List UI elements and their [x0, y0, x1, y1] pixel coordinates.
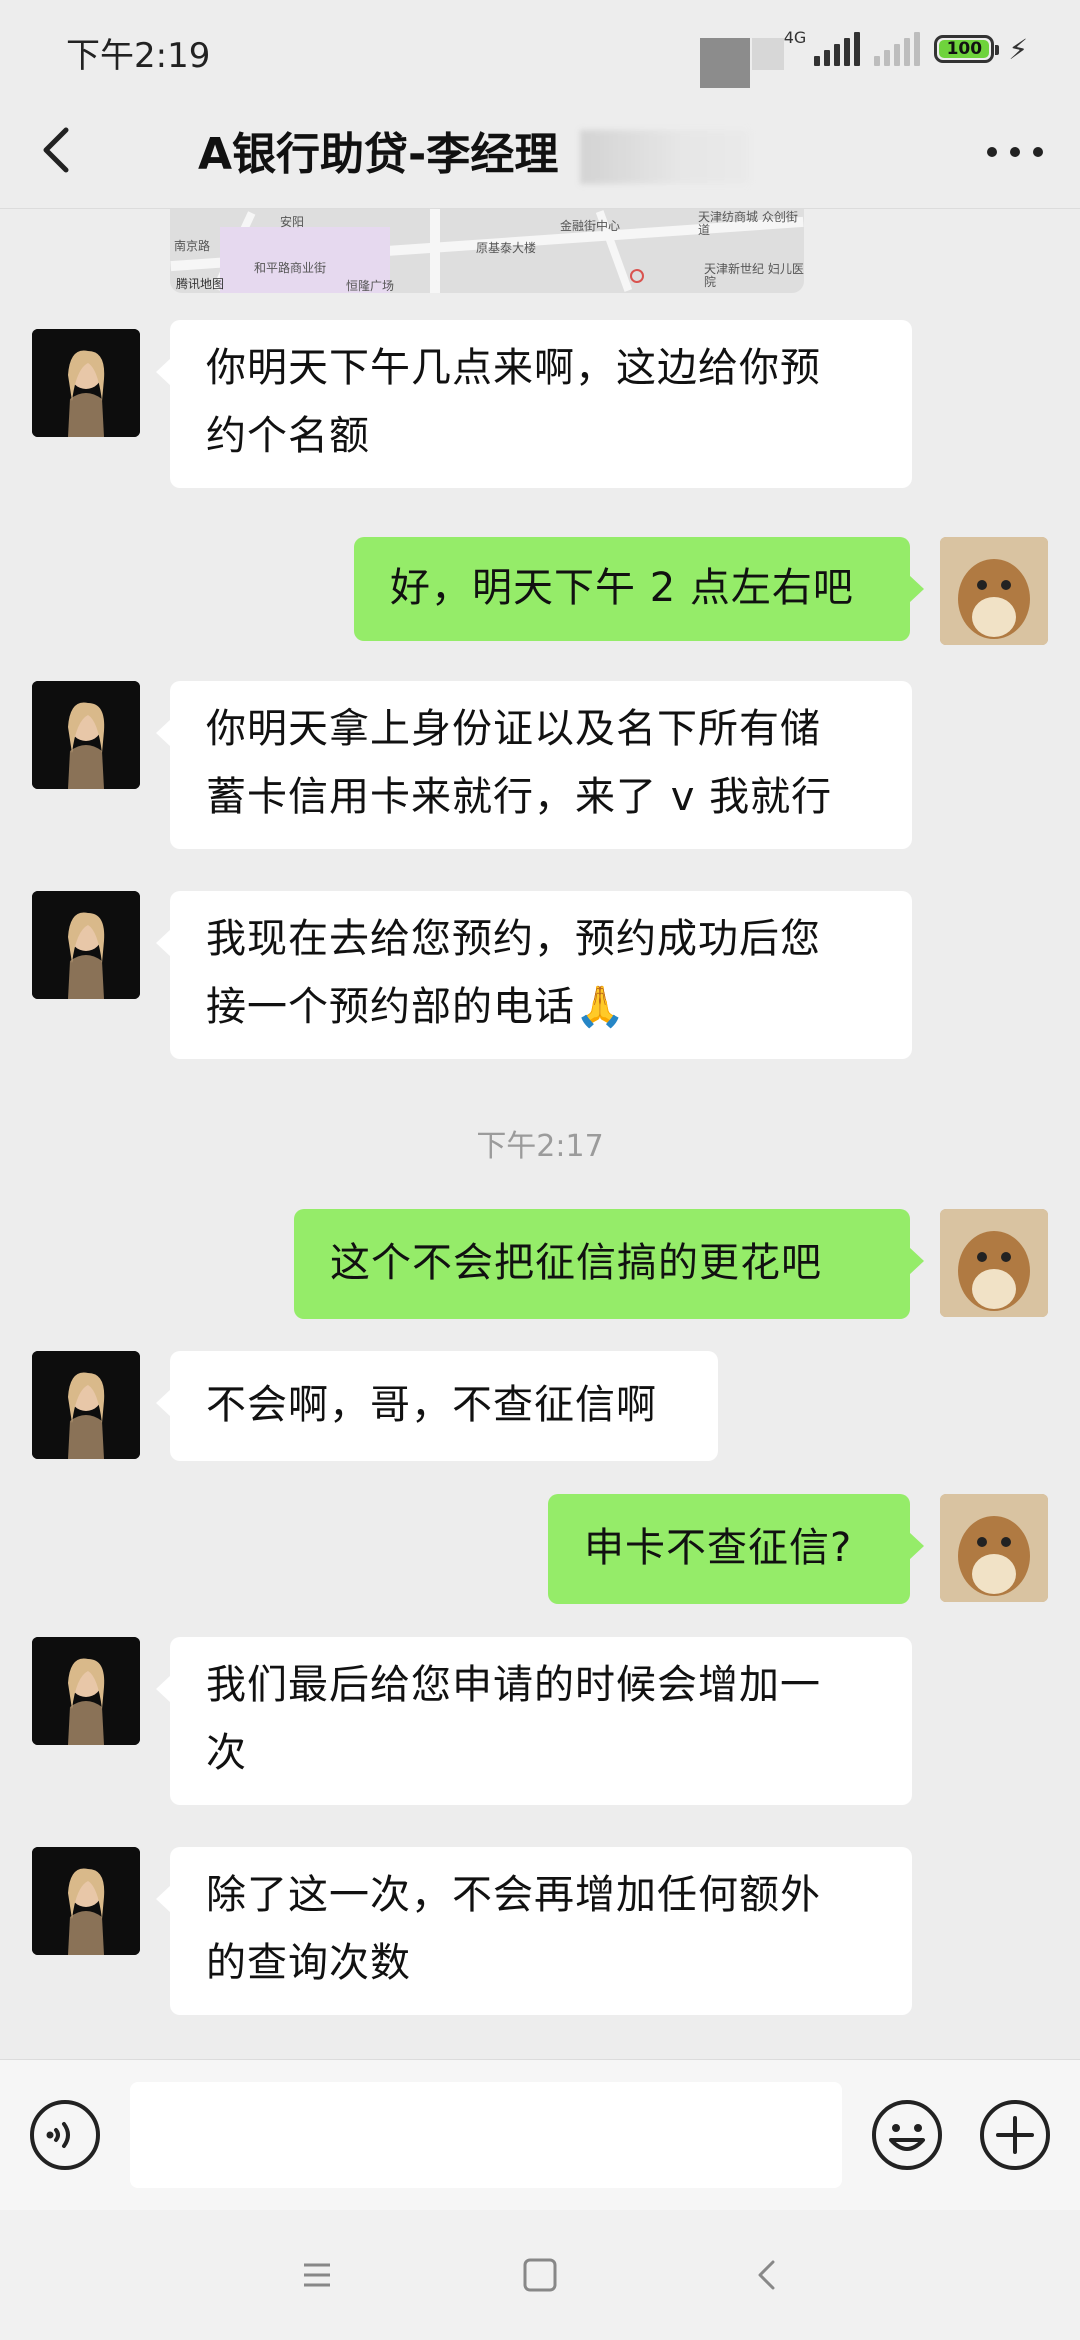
message-bubble-incoming[interactable]: 我现在去给您预约，预约成功后您 接一个预约部的电话🙏 [156, 891, 912, 1059]
map-label: 天津新世纪 妇儿医院 [704, 262, 804, 289]
contact-avatar[interactable] [32, 681, 140, 789]
message-line: 接一个预约部的电话🙏 [206, 984, 626, 1030]
contact-avatar[interactable] [32, 1351, 140, 1459]
chevron-left-icon[interactable] [30, 120, 90, 180]
battery-level: 100 [946, 39, 983, 59]
message-line: 我现在去给您预约，预约成功后您 [206, 916, 821, 962]
status-time: 下午2:19 [66, 36, 211, 76]
more-dots-icon[interactable] [980, 122, 1050, 182]
message-line: 申卡不查征信? [584, 1525, 853, 1571]
chat-messages[interactable]: 安阳 南京路 和平路商业街 原基泰大楼 金融街中心 天津纺商城 众创街道 天津新… [0, 209, 1080, 2059]
message-bubble-incoming[interactable]: 你明天拿上身份证以及名下所有储 蓄卡信用卡来就行，来了 v 我就行 [156, 681, 912, 849]
my-avatar[interactable] [940, 537, 1048, 645]
message-line: 蓄卡信用卡来就行，来了 v 我就行 [206, 774, 833, 820]
message-bubble-incoming[interactable]: 我们最后给您申请的时候会增加一 次 [156, 1637, 912, 1805]
status-bar: 下午2:19 4G 100 ⚡ [0, 0, 1080, 96]
map-label: 恒隆广场 [346, 279, 395, 293]
message-line: 你明天下午几点来啊，这边给你预 [206, 345, 821, 391]
back-triangle-icon[interactable] [742, 2250, 792, 2300]
message-line: 你明天拿上身份证以及名下所有储 [206, 706, 821, 752]
message-line: 的查询次数 [206, 1940, 411, 1986]
message-line: 约个名额 [206, 413, 370, 459]
contact-avatar[interactable] [32, 1847, 140, 1955]
menu-lines-icon[interactable] [292, 2250, 342, 2300]
redaction-blur [580, 130, 750, 184]
map-pin-icon [630, 269, 644, 283]
status-icons: 4G 100 ⚡ [784, 26, 1028, 72]
message-bubble-incoming[interactable]: 不会啊，哥，不查征信啊 [156, 1351, 718, 1461]
message-bubble-outgoing[interactable]: 这个不会把征信搞的更花吧 [294, 1209, 924, 1319]
signal-secondary-icon [874, 32, 921, 66]
message-bubble-outgoing[interactable]: 申卡不查征信? [548, 1494, 924, 1604]
network-type: 4G [783, 28, 807, 47]
redaction-block [752, 38, 784, 70]
map-label: 南京路 [174, 239, 211, 253]
voice-icon[interactable] [28, 2098, 102, 2172]
map-label: 和平路商业街 [254, 261, 327, 275]
battery-icon: 100 [934, 35, 1000, 63]
charging-icon: ⚡ [1008, 32, 1028, 66]
map-label: 安阳 [280, 215, 305, 229]
message-input-bar [0, 2059, 1080, 2210]
plus-icon[interactable] [978, 2098, 1052, 2172]
message-input[interactable] [130, 2082, 842, 2188]
message-timestamp: 下午2:17 [476, 1129, 604, 1164]
message-line: 这个不会把征信搞的更花吧 [330, 1240, 822, 1286]
map-attribution: 腾讯地图 [176, 277, 225, 291]
emoji-icon[interactable] [870, 2098, 944, 2172]
my-avatar[interactable] [940, 1209, 1048, 1317]
location-map-preview[interactable]: 安阳 南京路 和平路商业街 原基泰大楼 金融街中心 天津纺商城 众创街道 天津新… [170, 209, 804, 293]
contact-avatar[interactable] [32, 329, 140, 437]
message-bubble-incoming[interactable]: 除了这一次，不会再增加任何额外 的查询次数 [156, 1847, 912, 2015]
contact-avatar[interactable] [32, 1637, 140, 1745]
chat-header: A银行助贷-李经理 [0, 96, 1080, 209]
home-square-icon[interactable] [515, 2250, 565, 2300]
message-bubble-incoming[interactable]: 你明天下午几点来啊，这边给你预 约个名额 [156, 320, 912, 488]
signal-icon [814, 32, 861, 66]
chat-title: A银行助贷-李经理 [198, 129, 559, 180]
map-label: 天津纺商城 众创街道 [698, 210, 798, 237]
message-line: 次 [206, 1730, 247, 1776]
redaction-block [700, 38, 750, 88]
message-line: 好，明天下午 2 点左右吧 [390, 565, 854, 611]
map-label: 原基泰大楼 [476, 241, 537, 255]
message-bubble-outgoing[interactable]: 好，明天下午 2 点左右吧 [354, 537, 924, 641]
message-line: 我们最后给您申请的时候会增加一 [206, 1662, 821, 1708]
contact-avatar[interactable] [32, 891, 140, 999]
message-line: 不会啊，哥，不查征信啊 [206, 1382, 657, 1428]
my-avatar[interactable] [940, 1494, 1048, 1602]
system-navigation-bar [0, 2210, 1080, 2340]
map-label: 金融街中心 [560, 219, 621, 233]
message-line: 除了这一次，不会再增加任何额外 [206, 1872, 821, 1918]
